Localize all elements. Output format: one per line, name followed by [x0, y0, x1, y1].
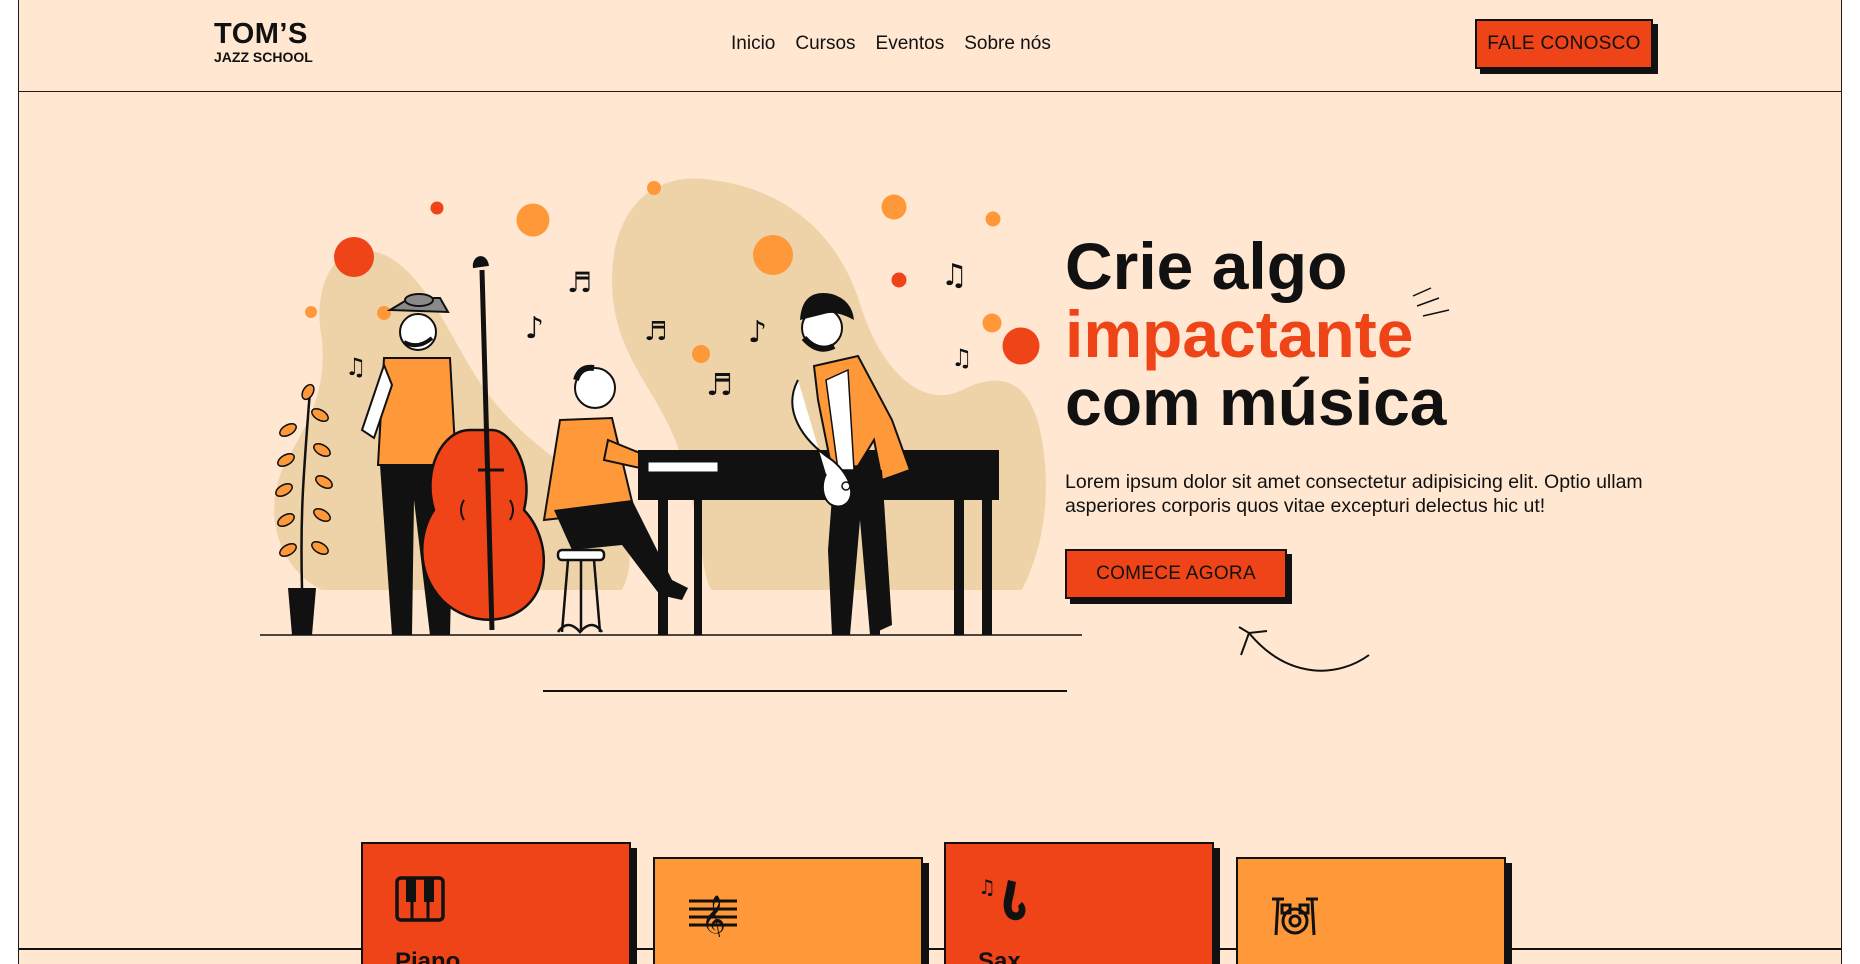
- spark-lines-icon: [1412, 287, 1450, 317]
- headline-line-1: Crie algo: [1065, 229, 1348, 303]
- note-icon: ♬: [567, 266, 592, 299]
- contact-button[interactable]: FALE CONOSCO: [1475, 19, 1653, 69]
- note-icon: ♫: [951, 344, 973, 372]
- course-title: Sax: [978, 948, 1021, 964]
- divider-line: [543, 690, 1067, 692]
- note-icon: ♫: [941, 258, 968, 293]
- nav-item-cursos[interactable]: Cursos: [795, 33, 855, 55]
- nav-item-sobre[interactable]: Sobre nós: [964, 33, 1051, 55]
- hero-description: Lorem ipsum dolor sit amet consectetur a…: [1065, 471, 1643, 517]
- jazz-band-illustration: ♬ ♪ ♫ ♬ ♬ ♪ ♫ ♫: [260, 178, 1082, 636]
- nav-item-inicio[interactable]: Inicio: [731, 33, 775, 55]
- headline-accent: impactante: [1065, 297, 1414, 371]
- note-icon: ♬: [706, 368, 733, 403]
- nav-item-eventos[interactable]: Eventos: [876, 33, 945, 55]
- logo[interactable]: TOM’S JAZZ SCHOOL: [214, 18, 313, 65]
- music-sheet-icon: 𝄞: [689, 894, 737, 937]
- note-icon: ♫: [345, 353, 367, 381]
- svg-text:𝄞: 𝄞: [701, 894, 726, 937]
- headline-line-3: com música: [1065, 365, 1447, 439]
- drum-kit-icon: [1272, 897, 1318, 936]
- logo-title: TOM’S: [214, 18, 308, 50]
- course-title: Piano: [395, 948, 461, 964]
- page: TOM’S JAZZ SCHOOL Inicio Cursos Eventos …: [18, 0, 1842, 964]
- logo-subtitle: JAZZ SCHOOL: [214, 49, 313, 65]
- course-card-piano[interactable]: Piano: [361, 842, 631, 964]
- section-divider: [19, 948, 1841, 950]
- note-icon: ♬: [644, 317, 667, 347]
- navbar: TOM’S JAZZ SCHOOL Inicio Cursos Eventos …: [19, 0, 1841, 92]
- curved-arrow-icon: [1238, 626, 1370, 672]
- piano-icon: [395, 876, 445, 922]
- note-icon: ♪: [748, 315, 767, 350]
- course-card-drums[interactable]: [1236, 857, 1506, 964]
- course-card-theory[interactable]: 𝄞: [653, 857, 923, 964]
- hero-headline: Crie algo impactante com música: [1065, 232, 1447, 436]
- start-now-button[interactable]: COMECE AGORA: [1065, 549, 1287, 599]
- note-icon: ♪: [525, 311, 544, 346]
- svg-text:♫: ♫: [978, 876, 996, 899]
- course-card-sax[interactable]: ♫ Sax: [944, 842, 1214, 964]
- main-menu: Inicio Cursos Eventos Sobre nós: [731, 33, 1051, 55]
- saxophone-icon: ♫: [978, 876, 1026, 921]
